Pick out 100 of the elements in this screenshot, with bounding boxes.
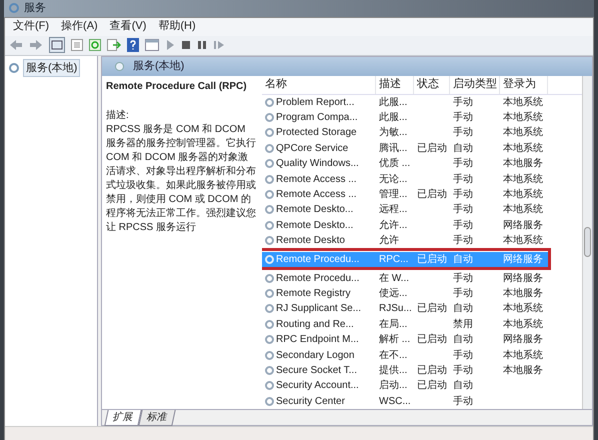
- table-cell-text: 已启动: [417, 302, 447, 316]
- table-cell-text: 本地服务: [503, 286, 543, 301]
- table-cell-text: 本地系统: [503, 202, 543, 218]
- table-cell-text: 禁用: [453, 318, 473, 332]
- panel-icon[interactable]: [49, 37, 65, 53]
- table-cell-text: 自动: [453, 142, 473, 156]
- restart-icon[interactable]: [213, 40, 225, 50]
- table-cell-text: Quality Windows...: [276, 157, 359, 172]
- table-cell-text: Protected Storage: [276, 126, 357, 140]
- table-cell-text: 已启动: [417, 332, 447, 348]
- table-cell-text: Remote Procedu...: [276, 272, 360, 286]
- table-cell-text: 本地系统: [503, 142, 543, 156]
- table-cell-text: 手动: [453, 172, 473, 187]
- play-icon[interactable]: [165, 39, 175, 51]
- table-cell-text: 无论...: [379, 172, 408, 187]
- table-cell-text: 为敏...: [379, 126, 408, 140]
- back-arrow-icon[interactable]: [9, 39, 23, 51]
- table-cell-text: Secure Socket T...: [276, 364, 357, 378]
- table-cell-text: 手动: [453, 394, 473, 409]
- tab[interactable]: 扩展: [104, 410, 142, 426]
- table-cell-text: 允许...: [379, 218, 408, 233]
- table-cell-text: RPC...: [379, 252, 408, 267]
- scrollbar[interactable]: [582, 76, 592, 409]
- table-cell-text: 手动: [453, 272, 473, 286]
- table-cell-text: Remote Procedu...: [276, 252, 360, 267]
- table-cell-text: 允许: [379, 234, 399, 248]
- table-cell-text: 在局...: [379, 318, 408, 332]
- tab[interactable]: 标准: [138, 410, 176, 426]
- table-cell-text: RPC Endpoint M...: [276, 333, 359, 348]
- table-cell-text: 已启动: [417, 142, 447, 156]
- column-header[interactable]: 描述: [376, 76, 414, 94]
- table-cell-text: WSC...: [379, 394, 411, 409]
- table-cell-text: 在不...: [379, 348, 408, 363]
- table-cell-text: 手动: [453, 286, 473, 301]
- table-cell-text: Remote Access ...: [276, 188, 357, 202]
- refresh-icon[interactable]: [89, 39, 101, 51]
- table-cell-text: RJ Supplicant Se...: [276, 302, 362, 316]
- table-cell-text: 已启动: [417, 252, 447, 267]
- description-text: RPCSS 服务是 COM 和 DCOM 服务器的服务控制管理器。它执行 COM 和 DCOM 服务器的对象激活请求、对象导出程序解析和分布式垃圾收集。如果此服务被停用或禁用，则使用 COM 或 DCOM 的程序将无法正常工作。强烈建议您让 RPCSS 服务运行: [106, 122, 257, 234]
- table-cell-text: Security Center: [276, 394, 345, 409]
- table-cell-text: 本地服务: [503, 364, 543, 378]
- table-cell-text: 本地系统: [503, 348, 543, 363]
- table-cell-text: 腾讯...: [379, 142, 408, 156]
- table-cell-text: 使远...: [379, 286, 408, 301]
- table-cell-text: 解析 ...: [379, 332, 410, 348]
- table-cell-text: 手动: [453, 126, 473, 140]
- export-icon[interactable]: [107, 39, 121, 51]
- tree-item[interactable]: 服务(本地): [23, 58, 80, 77]
- column-header[interactable]: 状态: [414, 76, 450, 94]
- menu-item[interactable]: 查看(V): [110, 18, 146, 35]
- table-cell-text: 远程...: [379, 203, 408, 218]
- table-cell-text: 此服...: [379, 110, 408, 126]
- table-cell-text: RJSu...: [379, 302, 412, 316]
- pause-icon[interactable]: [197, 40, 207, 50]
- table-cell-text: Remote Deskto: [276, 234, 345, 248]
- table-cell-text: 手动: [453, 202, 473, 218]
- table-cell-text: Remote Registry: [276, 286, 350, 301]
- list-icon[interactable]: [71, 39, 83, 51]
- table-cell-text: 本地系统: [503, 126, 543, 140]
- table-cell-text: Problem Report...: [276, 96, 354, 110]
- table-cell-text: 管理...: [379, 188, 408, 202]
- table-cell-text: 自动: [453, 333, 473, 348]
- table-cell-text: 在 W...: [379, 272, 409, 286]
- table-cell-text: 自动: [453, 252, 473, 267]
- column-header[interactable]: 名称: [262, 76, 376, 94]
- table-cell-text: Remote Deskto...: [276, 203, 354, 218]
- menu-item[interactable]: 文件(F): [13, 18, 50, 35]
- table-cell-text: 本地系统: [503, 96, 543, 110]
- column-header[interactable]: 启动类型: [450, 76, 500, 94]
- menu-item[interactable]: 操作(A): [61, 18, 98, 35]
- table-cell-text: 自动: [453, 379, 473, 394]
- table-cell-text: Security Account...: [276, 379, 359, 394]
- table-cell-text: Routing and Re...: [276, 318, 354, 332]
- column-header[interactable]: 登录为: [500, 76, 548, 94]
- forward-arrow-icon[interactable]: [29, 39, 43, 51]
- table-cell-text: Remote Deskto...: [276, 218, 354, 233]
- service-name: Remote Procedure Call (RPC): [106, 80, 247, 94]
- stop-icon[interactable]: [181, 40, 191, 50]
- table-cell-text: 手动: [453, 188, 473, 202]
- table-cell-text: QPCore Service: [276, 142, 348, 156]
- menu-item[interactable]: 帮助(H): [158, 18, 196, 35]
- table-cell-text: Remote Access ...: [276, 172, 357, 187]
- table-cell-text: 本地系统: [503, 302, 543, 316]
- table-cell-text: 本地系统: [503, 318, 543, 332]
- table-cell-text: 手动: [453, 218, 473, 233]
- table-cell-text: 手动: [453, 348, 473, 363]
- help-icon[interactable]: [127, 38, 139, 52]
- table-cell-text: Program Compa...: [276, 111, 358, 126]
- table-cell-text: 优质 ...: [379, 156, 410, 172]
- table-cell-text: 手动: [453, 364, 473, 378]
- table-cell-text: 网络服务: [503, 272, 543, 286]
- table-cell-text: 本地系统: [503, 172, 543, 187]
- window-title: 服务: [24, 1, 46, 16]
- table-cell-text: 启动...: [379, 378, 408, 394]
- table-cell-text: 本地系统: [503, 110, 543, 126]
- table-cell-text: 已启动: [417, 188, 447, 202]
- table-cell-text: 网络服务: [503, 333, 543, 348]
- table-cell-text: 已启动: [417, 364, 447, 378]
- table-cell-text: 本地系统: [503, 188, 543, 202]
- table-cell-text: 本地系统: [503, 234, 543, 248]
